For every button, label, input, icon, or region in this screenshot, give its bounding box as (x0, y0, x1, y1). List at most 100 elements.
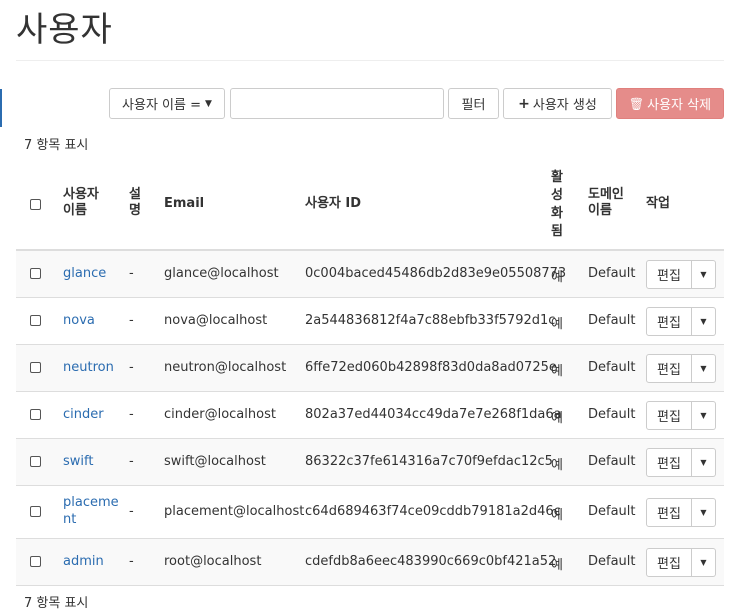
user-email: neutron@localhost (164, 360, 287, 375)
row-actions: 편집 ▼ (646, 548, 716, 577)
row-checkbox[interactable] (30, 315, 41, 326)
user-domain: Default (588, 504, 636, 519)
user-domain: Default (588, 454, 636, 469)
header-enabled[interactable]: 활 성 화 됨 (551, 169, 563, 241)
user-name-link[interactable]: swift (63, 454, 93, 469)
user-domain: Default (588, 360, 636, 375)
user-description: - (129, 266, 134, 281)
header-description[interactable]: 설 명 (129, 187, 141, 219)
header-user-name[interactable]: 사용자 이름 (63, 187, 99, 219)
user-name-link[interactable]: placement (63, 494, 119, 528)
user-domain: Default (588, 313, 636, 328)
user-enabled: 예 (551, 270, 563, 285)
user-description: - (129, 504, 134, 519)
row-actions: 편집 ▼ (646, 401, 716, 430)
table-row: admin - root@localhost cdefdb8a6eec48399… (16, 539, 724, 586)
select-all-checkbox[interactable] (30, 199, 41, 210)
header-domain-name[interactable]: 도메인 이름 (588, 187, 624, 219)
user-description: - (129, 360, 134, 375)
user-id: 802a37ed44034cc49da7e7e268f1da6a (305, 407, 562, 422)
user-domain: Default (588, 266, 636, 281)
row-actions: 편집 ▼ (646, 448, 716, 477)
user-enabled: 예 (551, 458, 563, 473)
user-description: - (129, 407, 134, 422)
user-id: 86322c37fe614316a7c70f9efdac12c5 (305, 454, 553, 469)
user-name-link[interactable]: nova (63, 313, 95, 328)
row-checkbox[interactable] (30, 556, 41, 567)
sidebar-active-indicator (0, 89, 2, 127)
plus-icon: + (518, 95, 530, 112)
user-email: swift@localhost (164, 454, 266, 469)
user-enabled: 예 (551, 411, 563, 426)
user-name-link[interactable]: glance (63, 266, 106, 281)
user-email: glance@localhost (164, 266, 279, 281)
user-id: cdefdb8a6eec483990c669c0bf421a52 (305, 554, 557, 569)
filter-field-select[interactable]: 사용자 이름 = ▼ (109, 88, 225, 119)
user-name-link[interactable]: cinder (63, 407, 104, 422)
user-id: 6ffe72ed060b42898f83d0da8ad0725e (305, 360, 557, 375)
caret-down-icon[interactable]: ▼ (692, 498, 716, 527)
edit-button[interactable]: 편집 (646, 498, 692, 527)
caret-down-icon[interactable]: ▼ (692, 548, 716, 577)
table-row: swift - swift@localhost 86322c37fe614316… (16, 439, 724, 486)
caret-down-icon[interactable]: ▼ (692, 401, 716, 430)
filter-field-label: 사용자 이름 = (122, 98, 202, 113)
row-actions: 편집 ▼ (646, 260, 716, 289)
table-row: nova - nova@localhost 2a544836812f4a7c88… (16, 298, 724, 345)
row-checkbox[interactable] (30, 409, 41, 420)
item-count: 7 항목 표시 (24, 138, 89, 153)
row-checkbox[interactable] (30, 362, 41, 373)
caret-down-icon[interactable]: ▼ (692, 260, 716, 289)
caret-down-icon[interactable]: ▼ (692, 354, 716, 383)
edit-button[interactable]: 편집 (646, 354, 692, 383)
table-row: glance - glance@localhost 0c004baced4548… (16, 251, 724, 298)
page-title: 사용자 (16, 10, 113, 50)
delete-users-button[interactable]: 🗑 사용자 삭제 (616, 88, 724, 119)
user-enabled: 예 (551, 508, 563, 523)
item-count-bottom: 7 항목 표시 (24, 596, 89, 611)
create-user-label: 사용자 생성 (532, 98, 597, 113)
trash-icon: 🗑 (628, 96, 645, 111)
user-enabled: 예 (551, 558, 563, 573)
user-email: placement@localhost (164, 504, 305, 519)
filter-button[interactable]: 필터 (448, 88, 499, 119)
header-user-id[interactable]: 사용자 ID (305, 196, 361, 212)
edit-button[interactable]: 편집 (646, 448, 692, 477)
row-checkbox[interactable] (30, 506, 41, 517)
user-name-link[interactable]: admin (63, 554, 104, 569)
user-domain: Default (588, 554, 636, 569)
user-email: nova@localhost (164, 313, 268, 328)
user-id: 0c004baced45486db2d83e9e05508773 (305, 266, 567, 281)
row-checkbox[interactable] (30, 456, 41, 467)
user-name-link[interactable]: neutron (63, 360, 114, 375)
user-description: - (129, 554, 134, 569)
user-email: root@localhost (164, 554, 262, 569)
table-row: cinder - cinder@localhost 802a37ed44034c… (16, 392, 724, 439)
table-row: placement - placement@localhost c64d6894… (16, 486, 724, 539)
title-divider (16, 60, 724, 61)
user-enabled: 예 (551, 364, 563, 379)
edit-button[interactable]: 편집 (646, 307, 692, 336)
edit-button[interactable]: 편집 (646, 401, 692, 430)
user-description: - (129, 454, 134, 469)
header-actions: 작업 (646, 196, 670, 211)
edit-button[interactable]: 편집 (646, 260, 692, 289)
row-checkbox[interactable] (30, 268, 41, 279)
row-actions: 편집 ▼ (646, 307, 716, 336)
create-user-button[interactable]: + 사용자 생성 (503, 88, 612, 119)
user-domain: Default (588, 407, 636, 422)
row-actions: 편집 ▼ (646, 354, 716, 383)
header-email[interactable]: Email (164, 196, 204, 212)
user-email: cinder@localhost (164, 407, 276, 422)
row-actions: 편집 ▼ (646, 498, 716, 527)
caret-down-icon: ▼ (205, 98, 212, 109)
delete-users-label: 사용자 삭제 (647, 98, 712, 113)
user-description: - (129, 313, 134, 328)
user-id: 2a544836812f4a7c88ebfb33f5792d1c (305, 313, 556, 328)
caret-down-icon[interactable]: ▼ (692, 448, 716, 477)
user-enabled: 예 (551, 317, 563, 332)
table-row: neutron - neutron@localhost 6ffe72ed060b… (16, 345, 724, 392)
caret-down-icon[interactable]: ▼ (692, 307, 716, 336)
search-input[interactable] (230, 88, 444, 119)
edit-button[interactable]: 편집 (646, 548, 692, 577)
